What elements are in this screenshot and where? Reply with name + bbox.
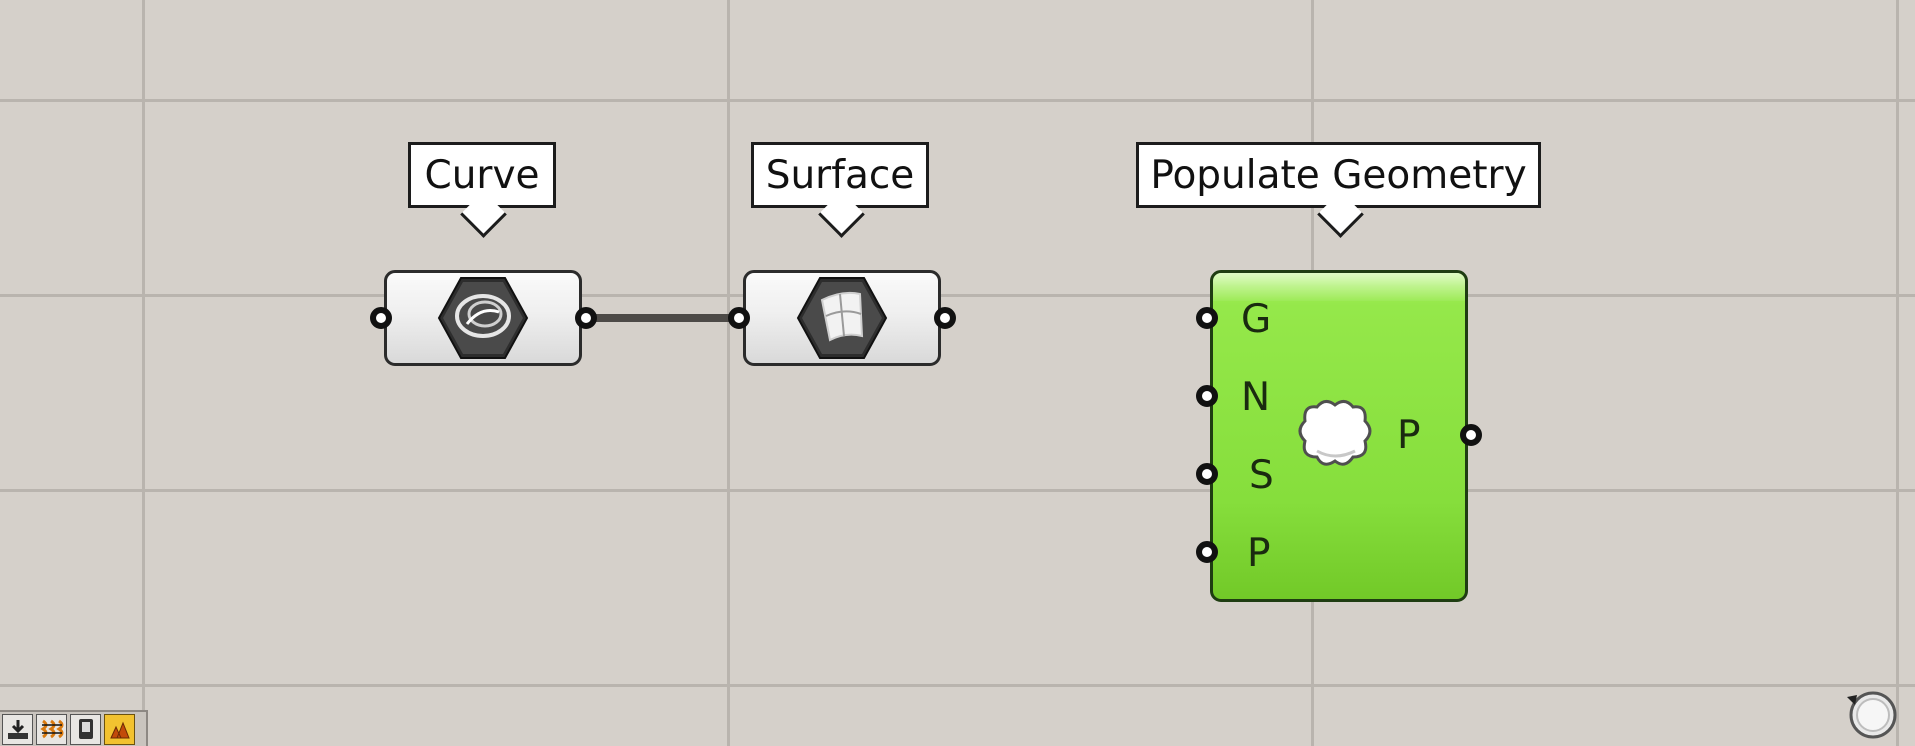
navigator-icon[interactable] [1843, 685, 1899, 741]
surface-input-port[interactable] [728, 307, 750, 329]
wires-icon [39, 719, 63, 739]
download-button[interactable] [2, 713, 33, 745]
preview-button[interactable] [104, 713, 135, 745]
device-icon [78, 719, 93, 739]
tag-surface: Surface [751, 142, 929, 208]
curve-param[interactable] [384, 270, 582, 366]
canvas-toolbar [0, 710, 148, 746]
output-p-port[interactable] [1460, 424, 1482, 446]
device-button[interactable] [70, 713, 101, 745]
input-s-port[interactable] [1196, 463, 1218, 485]
input-n-label: N [1241, 375, 1271, 420]
download-icon [7, 720, 28, 739]
input-g-label: G [1241, 297, 1272, 342]
tag-surface-label: Surface [765, 152, 915, 198]
input-s-label: S [1249, 453, 1274, 498]
cloud-icon [1298, 400, 1372, 466]
surface-output-port[interactable] [934, 307, 956, 329]
populate-geometry-component[interactable]: G N S P P [1210, 270, 1468, 602]
input-n-port[interactable] [1196, 385, 1218, 407]
wires-button[interactable] [36, 713, 67, 745]
input-p-port[interactable] [1196, 541, 1218, 563]
tag-populate-geometry: Populate Geometry [1136, 142, 1541, 208]
curve-output-port[interactable] [575, 307, 597, 329]
output-p-label: P [1397, 413, 1421, 458]
tag-curve: Curve [408, 142, 556, 208]
surface-param-icon [796, 277, 888, 359]
preview-icon [109, 721, 130, 739]
input-g-port[interactable] [1196, 307, 1218, 329]
tag-curve-label: Curve [424, 152, 540, 198]
tag-populate-geometry-label: Populate Geometry [1150, 152, 1527, 198]
input-p-label: P [1247, 531, 1271, 576]
wires [592, 314, 1203, 322]
surface-param[interactable] [743, 270, 941, 366]
curve-input-port[interactable] [370, 307, 392, 329]
curve-param-icon [437, 277, 529, 359]
